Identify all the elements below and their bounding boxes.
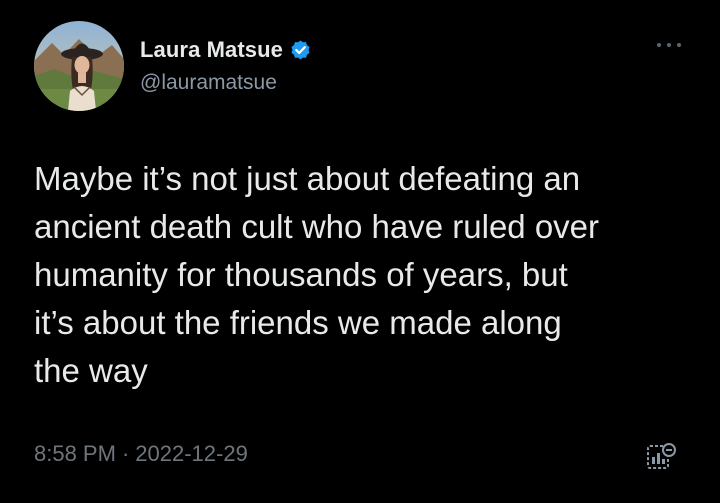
author-name-row[interactable]: Laura Matsue [140,35,312,65]
avatar-image [34,21,124,111]
tweet-timestamp[interactable]: 8:58 PM · 2022-12-29 [34,441,248,467]
tweet-date[interactable]: 2022-12-29 [135,441,248,467]
tweet-card: Laura Matsue @lauramatsue Maybe it’s not… [0,0,720,503]
tweet-text: Maybe it’s not just about defeating an a… [34,160,600,389]
tweet-analytics-icon[interactable] [644,441,678,473]
tweet-time[interactable]: 8:58 PM [34,441,116,467]
timestamp-separator: · [121,441,130,466]
more-options-icon[interactable] [654,34,684,54]
display-name[interactable]: Laura Matsue [140,37,283,63]
verified-badge-icon [289,39,312,62]
author-handle[interactable]: @lauramatsue [140,71,277,95]
avatar[interactable] [34,21,124,111]
